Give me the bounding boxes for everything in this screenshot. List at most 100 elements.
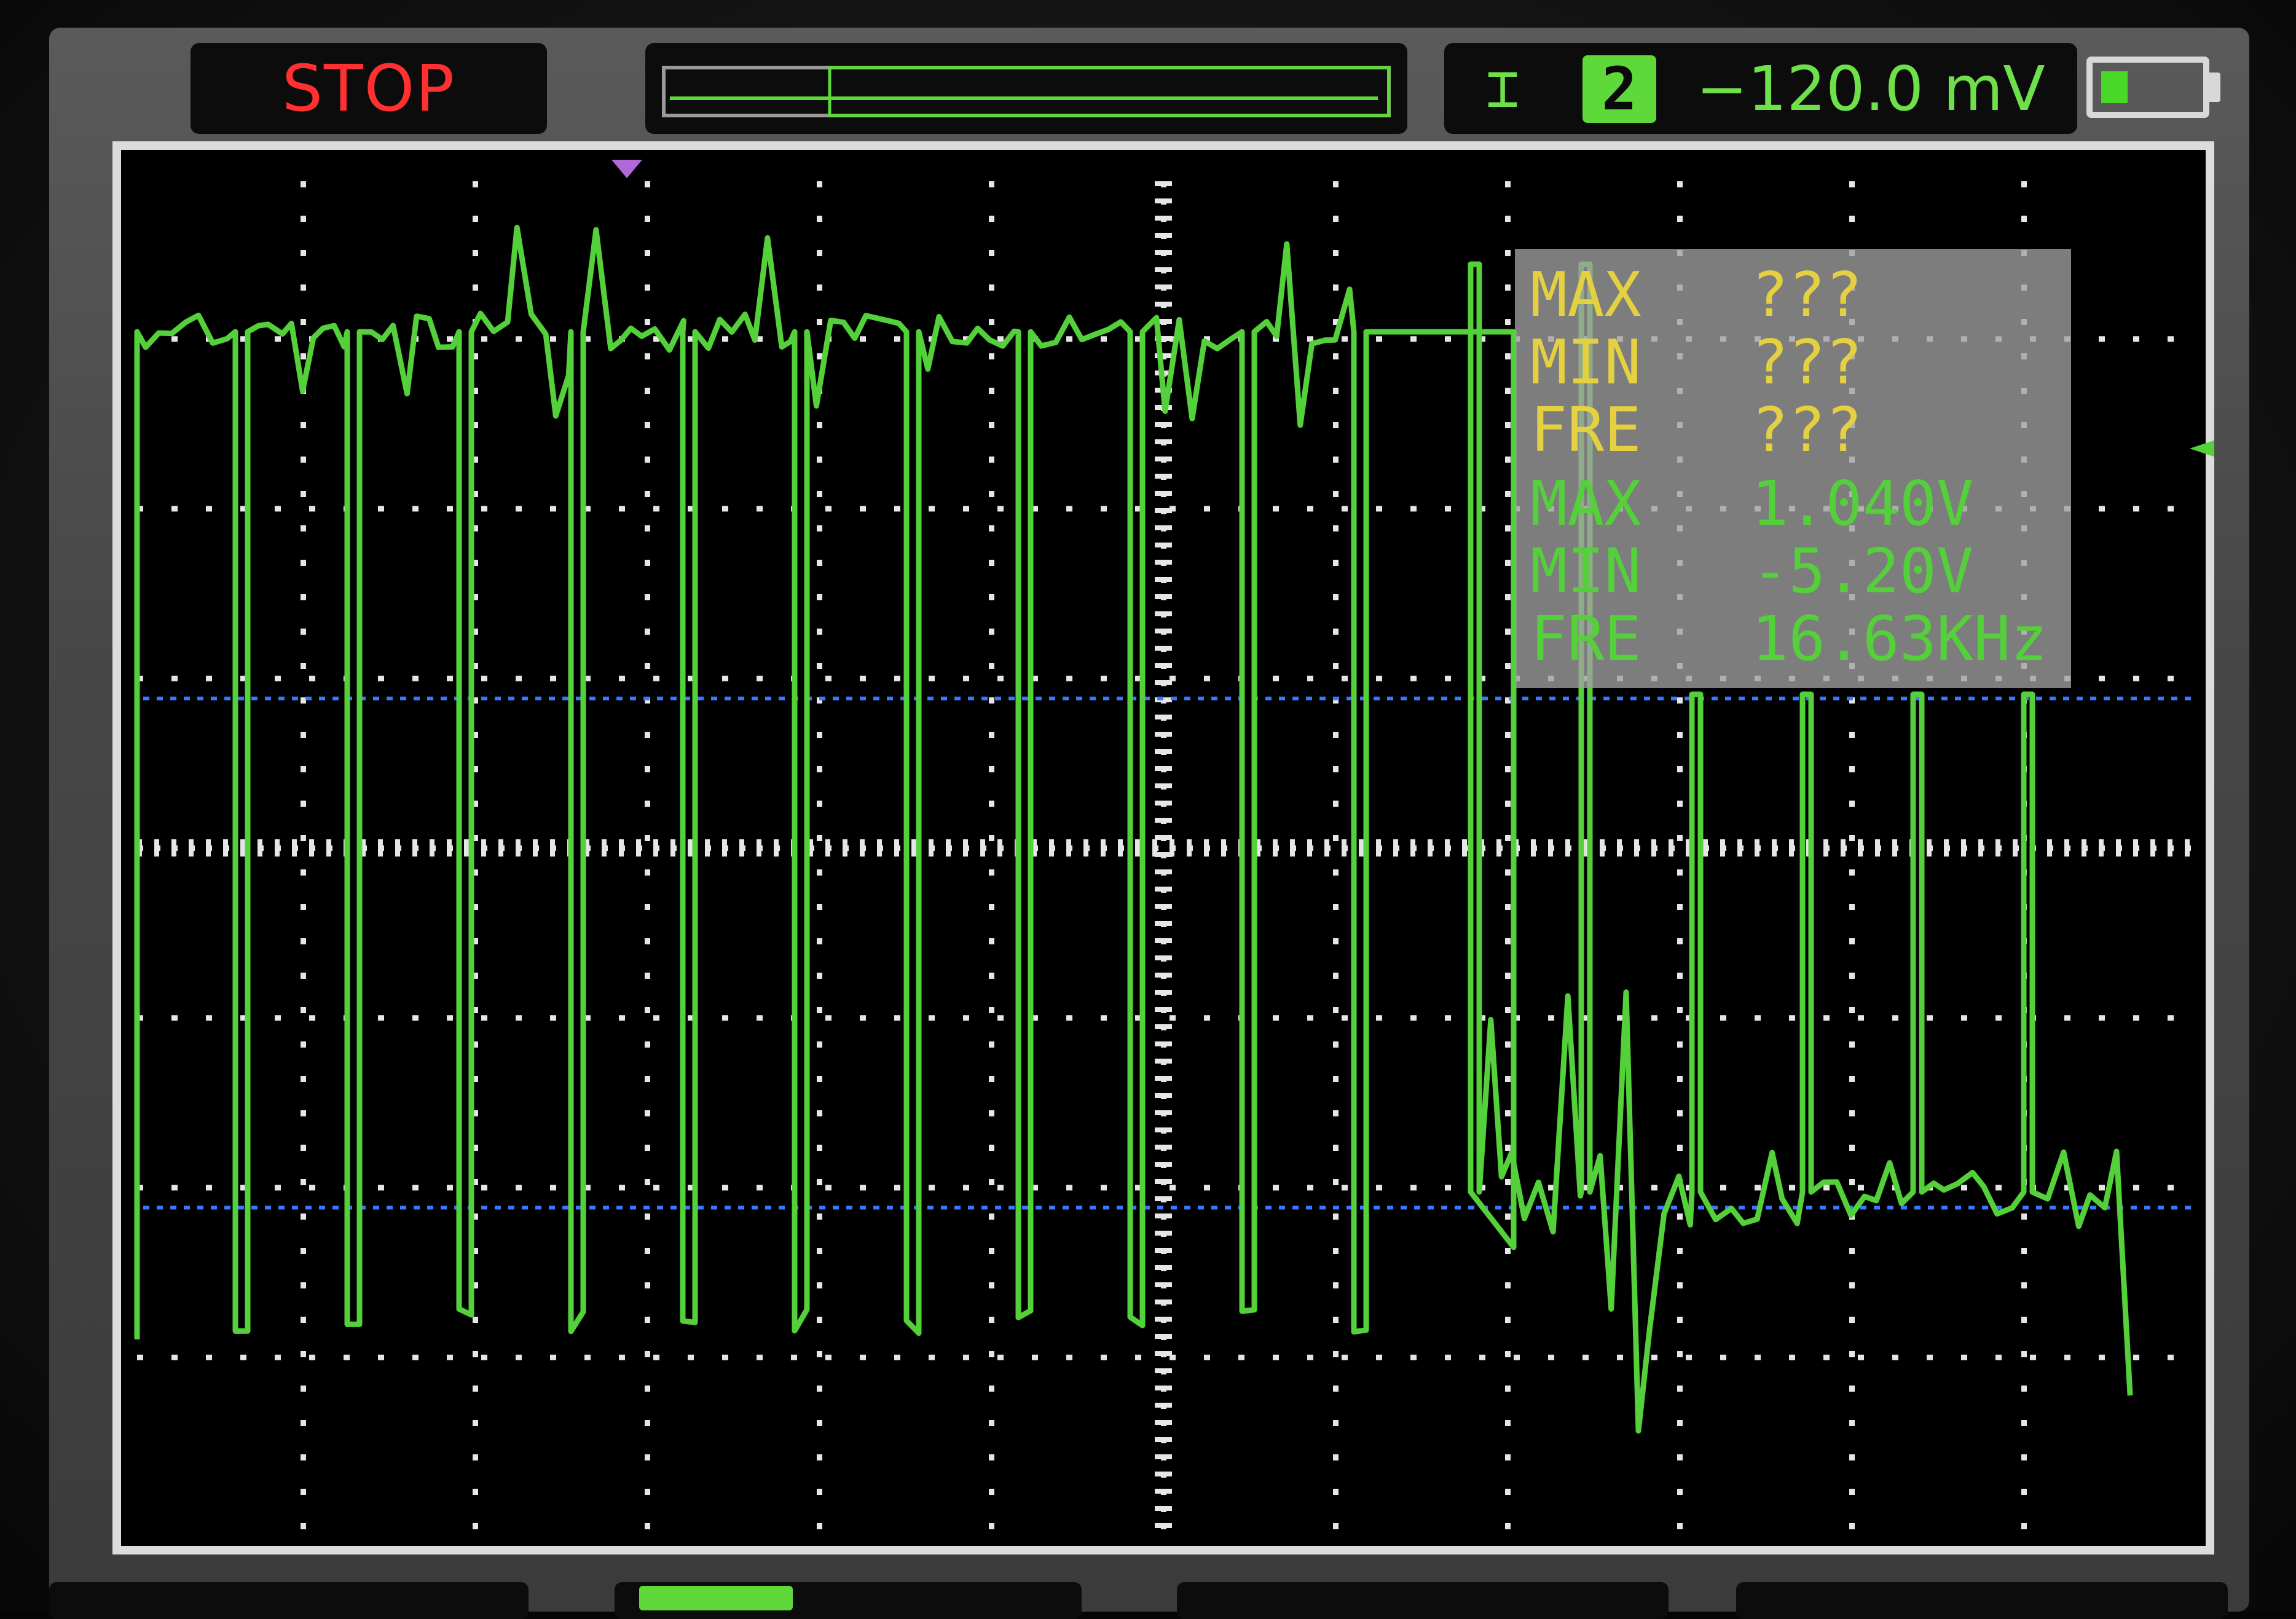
grid-dot (516, 336, 522, 342)
reference-line-dot (157, 696, 163, 700)
grid-dot (1505, 801, 1511, 807)
grid-dot (1155, 938, 1172, 943)
reference-line-dot (170, 696, 176, 700)
grid-dot (817, 1386, 822, 1392)
trigger-edge-icon: ⌶ (1485, 56, 1520, 120)
grid-dot (894, 1354, 900, 1360)
grid-dot (1849, 1076, 1855, 1082)
grid-dot (989, 766, 994, 772)
grid-dot (481, 1015, 487, 1021)
grid-dot (989, 1145, 994, 1151)
grid-dot (817, 1248, 822, 1254)
reference-line-dot (1265, 696, 1272, 700)
reference-line-dot (927, 1205, 934, 1210)
grid-dot (473, 1523, 478, 1529)
ch2-settings-box[interactable] (615, 1582, 1082, 1619)
grid-dot (1155, 887, 1172, 892)
reference-line-dot (1103, 1205, 1109, 1210)
ch1-settings-box[interactable] (49, 1582, 529, 1619)
grid-dot (1333, 594, 1339, 600)
reference-line-dot (1698, 1205, 1704, 1210)
grid-dot (1677, 1489, 1683, 1495)
grid-dot (1155, 852, 1172, 857)
grid-dot (653, 506, 659, 512)
grid-dot (1849, 1145, 1855, 1151)
reference-line-dot (1292, 1205, 1299, 1210)
grid-dot (1155, 302, 1172, 307)
reference-line-dot (400, 1205, 406, 1210)
reference-line-dot (1441, 1205, 1447, 1210)
reference-line-dot (657, 1205, 663, 1210)
grid-dot (1841, 839, 1846, 857)
grid-dot (301, 1213, 306, 1220)
trigger-position-marker-icon[interactable] (611, 160, 642, 178)
grid-dot (1333, 1523, 1339, 1529)
battery-level-fill (2101, 71, 2128, 103)
grid-dot (301, 629, 306, 635)
reference-line-dot (278, 696, 285, 700)
reference-line-dot (305, 696, 312, 700)
reference-line-dot (2117, 696, 2123, 700)
grid-dot (1961, 1354, 1967, 1360)
reference-line-dot (1468, 1205, 1474, 1210)
waveform-overview-bar[interactable] (645, 43, 1407, 134)
grid-dot (430, 839, 434, 857)
reference-line-dot (2144, 1205, 2150, 1210)
grid-dot (301, 491, 306, 497)
grid-dot (989, 629, 994, 635)
grid-dot (1858, 839, 1863, 857)
grid-dot (1720, 1354, 1726, 1360)
grid-dot (645, 629, 650, 635)
grid-dot (1505, 560, 1511, 566)
grid-dot (1155, 422, 1172, 427)
reference-line-dot (1401, 696, 1407, 700)
grid-dot (2013, 839, 2018, 857)
reference-line-dot (1076, 696, 1082, 700)
grid-dot (1342, 1015, 1348, 1021)
reference-line-dot (292, 1205, 298, 1210)
grid-dot (989, 1282, 994, 1288)
grid-dot (1204, 839, 1209, 857)
reference-line-dot (414, 696, 420, 700)
grid-dot (997, 506, 1004, 512)
grid-dot (1505, 732, 1511, 738)
grid-dot (1342, 506, 1348, 512)
grid-dot (1155, 680, 1172, 685)
grid-dot (2116, 839, 2121, 857)
reference-line-dot (1171, 1205, 1177, 1210)
grid-dot (1155, 560, 1172, 565)
reference-line-dot (2023, 1205, 2029, 1210)
reference-line-dot (1063, 1205, 1069, 1210)
trigger-position-box[interactable] (1736, 1582, 2228, 1619)
reference-line-dot (1995, 696, 2002, 700)
grid-dot (1927, 839, 1932, 857)
reference-line-dot (1495, 696, 1501, 700)
run-state-indicator[interactable]: STOP (191, 43, 547, 134)
grid-dot (1376, 839, 1381, 857)
grid-dot (645, 973, 650, 979)
grid-dot (989, 835, 994, 841)
reference-line-dot (670, 1205, 677, 1210)
grid-dot (1849, 1179, 1855, 1185)
timebase-box[interactable] (1177, 1582, 1669, 1619)
trigger-level-marker-icon[interactable] (2190, 436, 2214, 461)
reference-line-dot (752, 1205, 758, 1210)
reference-line-dot (522, 1205, 528, 1210)
grid-dot (963, 675, 969, 681)
grid-dot (1155, 491, 1172, 496)
reference-line-dot (481, 696, 487, 700)
grid-dot (1995, 1015, 2002, 1021)
reference-line-dot (1874, 696, 1880, 700)
reference-line-dot (387, 1205, 393, 1210)
grid-dot (653, 1185, 659, 1191)
grid-dot (1155, 216, 1172, 221)
trigger-info-box[interactable]: ⌶ 2 −120.0 mV (1444, 43, 2077, 134)
grid-dot (989, 1213, 994, 1220)
grid-dot (1155, 783, 1172, 788)
reference-line-dot (1198, 1205, 1204, 1210)
grid-dot (1155, 594, 1172, 599)
grid-dot (223, 839, 228, 857)
grid-dot (473, 1386, 478, 1392)
grid-dot (817, 629, 822, 635)
waveform-overview-icon (662, 66, 1391, 117)
